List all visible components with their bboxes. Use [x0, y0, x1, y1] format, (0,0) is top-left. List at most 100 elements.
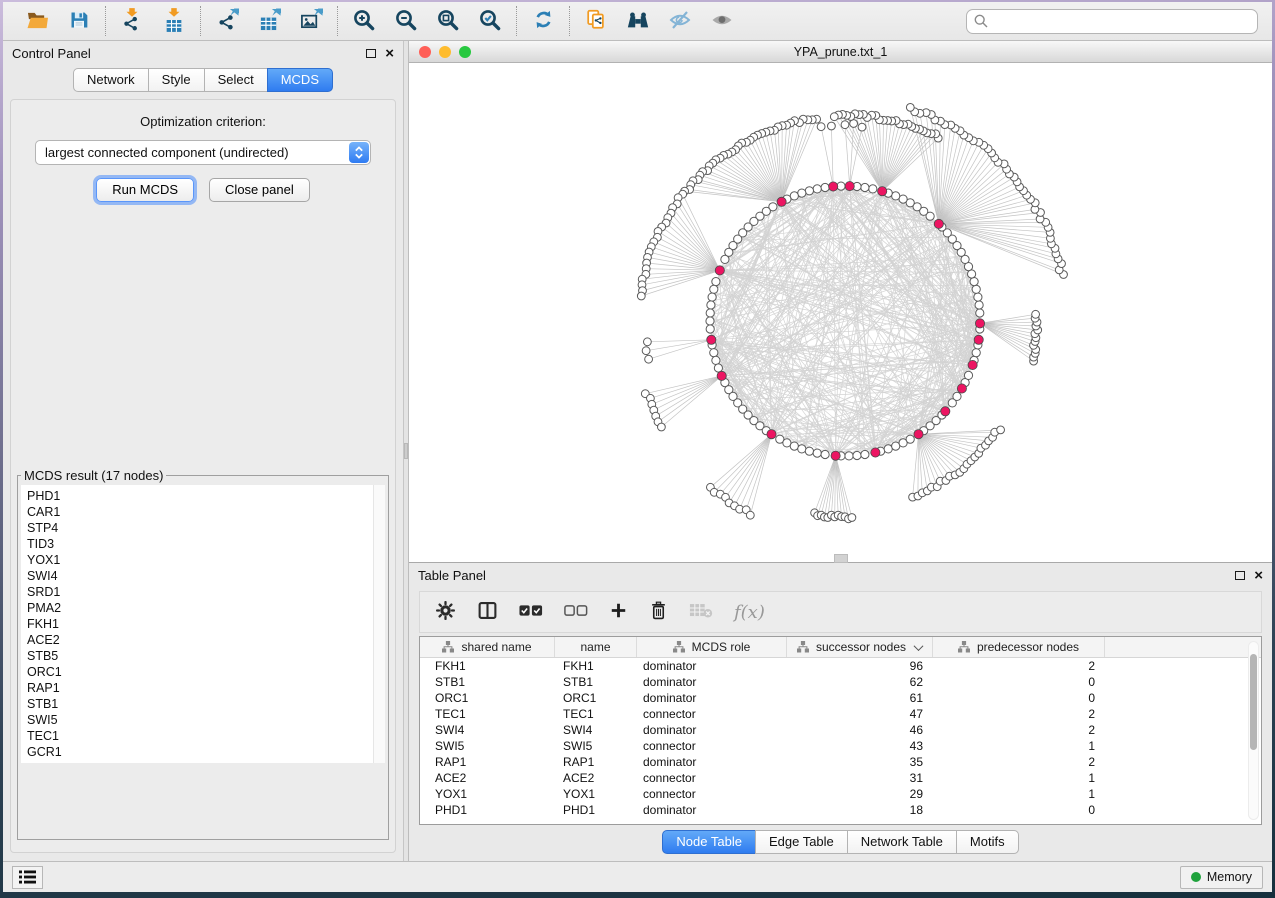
export-table-button[interactable]: [253, 6, 285, 36]
add-button[interactable]: [609, 601, 628, 623]
mcds-result-item[interactable]: CAR1: [27, 504, 379, 520]
column-header-name[interactable]: name: [555, 637, 637, 657]
table-scrollbar-thumb[interactable]: [1250, 654, 1257, 750]
mcds-result-list[interactable]: PHD1CAR1STP4TID3YOX1SWI4SRD1PMA2FKH1ACE2…: [21, 485, 385, 763]
table-row[interactable]: SWI4SWI4dominator462: [420, 722, 1261, 738]
table-row[interactable]: ACE2ACE2connector311: [420, 770, 1261, 786]
result-scrollbar[interactable]: [373, 485, 385, 763]
dominator-node[interactable]: [715, 266, 724, 275]
dominator-node[interactable]: [934, 219, 943, 228]
dominator-node[interactable]: [831, 451, 840, 460]
column-header-MCDS-role[interactable]: MCDS role: [637, 637, 787, 657]
dominator-node[interactable]: [707, 335, 716, 344]
trash-button[interactable]: [649, 600, 668, 624]
table-row[interactable]: RAP1RAP1dominator352: [420, 754, 1261, 770]
refresh-button[interactable]: [527, 6, 559, 36]
dominator-node[interactable]: [845, 182, 854, 191]
mcds-result-item[interactable]: PMA2: [27, 600, 379, 616]
mcds-result-item[interactable]: STP4: [27, 520, 379, 536]
table-row[interactable]: STB1STB1dominator620: [420, 674, 1261, 690]
checkboxes-unchecked-button[interactable]: [564, 604, 588, 620]
zoom-in-button[interactable]: [348, 6, 380, 36]
mcds-result-item[interactable]: ACE2: [27, 632, 379, 648]
mcds-result-item[interactable]: STB5: [27, 648, 379, 664]
zoom-fit-button[interactable]: [432, 6, 464, 36]
mcds-result-item[interactable]: RAP1: [27, 680, 379, 696]
column-header-shared-name[interactable]: shared name: [420, 637, 555, 657]
eye-slash-button[interactable]: [664, 6, 696, 36]
tab-network[interactable]: Network: [73, 68, 149, 92]
import-table-button[interactable]: [158, 6, 190, 36]
search-input[interactable]: [966, 9, 1258, 34]
run-mcds-button[interactable]: Run MCDS: [96, 178, 194, 202]
import-network-button[interactable]: [116, 6, 148, 36]
column-header-successor-nodes[interactable]: successor nodes: [787, 637, 933, 657]
dominator-node[interactable]: [957, 384, 966, 393]
close-table-panel-icon[interactable]: ×: [1254, 570, 1263, 582]
table-row[interactable]: YOX1YOX1connector291: [420, 786, 1261, 802]
close-panel-icon[interactable]: ×: [385, 48, 394, 60]
dominator-node[interactable]: [871, 448, 880, 457]
split-columns-button[interactable]: [477, 600, 498, 624]
table-scrollbar[interactable]: [1248, 641, 1259, 820]
table-tab-motifs[interactable]: Motifs: [956, 830, 1019, 854]
dominator-node[interactable]: [941, 407, 950, 416]
dominator-node[interactable]: [829, 182, 838, 191]
tab-style[interactable]: Style: [148, 68, 205, 92]
export-image-button[interactable]: [295, 6, 327, 36]
share-document-button[interactable]: [580, 6, 612, 36]
dominator-node[interactable]: [968, 360, 977, 369]
network-graph[interactable]: [409, 63, 1272, 562]
horizontal-splitter-handle[interactable]: [834, 554, 848, 563]
maximize-window-traffic-light[interactable]: [459, 46, 471, 58]
mcds-result-item[interactable]: TID3: [27, 536, 379, 552]
table-tab-edge-table[interactable]: Edge Table: [755, 830, 848, 854]
mcds-result-item[interactable]: YOX1: [27, 552, 379, 568]
dominator-node[interactable]: [717, 371, 726, 380]
tab-mcds[interactable]: MCDS: [267, 68, 333, 92]
mcds-result-item[interactable]: GCR1: [27, 744, 379, 760]
table-row[interactable]: ORC1ORC1dominator610: [420, 690, 1261, 706]
column-header-predecessor-nodes[interactable]: predecessor nodes: [933, 637, 1105, 657]
close-panel-button[interactable]: Close panel: [209, 178, 310, 202]
dominator-node[interactable]: [914, 430, 923, 439]
table-row[interactable]: SWI5SWI5connector431: [420, 738, 1261, 754]
mcds-result-item[interactable]: PHD1: [27, 488, 379, 504]
zoom-out-button[interactable]: [390, 6, 422, 36]
network-window-titlebar[interactable]: YPA_prune.txt_1: [409, 41, 1272, 63]
dominator-node[interactable]: [975, 319, 984, 328]
eye-button[interactable]: [706, 6, 738, 36]
binoculars-button[interactable]: [622, 6, 654, 36]
mcds-result-item[interactable]: STB1: [27, 696, 379, 712]
mcds-result-item[interactable]: SWI4: [27, 568, 379, 584]
optimization-dropdown[interactable]: largest connected component (undirected): [35, 140, 371, 165]
float-table-panel-icon[interactable]: [1235, 571, 1245, 580]
zoom-selected-button[interactable]: [474, 6, 506, 36]
open-folder-button[interactable]: [21, 6, 53, 36]
tab-select[interactable]: Select: [204, 68, 268, 92]
table-tab-node-table[interactable]: Node Table: [662, 830, 756, 854]
memory-button[interactable]: Memory: [1180, 866, 1263, 889]
mcds-result-item[interactable]: ORC1: [27, 664, 379, 680]
table-row[interactable]: TEC1TEC1connector472: [420, 706, 1261, 722]
gear-button[interactable]: [435, 600, 456, 624]
dominator-node[interactable]: [767, 430, 776, 439]
mcds-result-item[interactable]: TEC1: [27, 728, 379, 744]
checkboxes-checked-button[interactable]: [519, 604, 543, 620]
table-row[interactable]: FKH1FKH1dominator962: [420, 658, 1261, 674]
float-panel-icon[interactable]: [366, 49, 376, 58]
save-button[interactable]: [63, 6, 95, 36]
close-window-traffic-light[interactable]: [419, 46, 431, 58]
vertical-splitter-handle[interactable]: [404, 443, 408, 459]
mcds-result-item[interactable]: SRD1: [27, 584, 379, 600]
table-row[interactable]: PHD1PHD1dominator180: [420, 802, 1261, 818]
export-network-button[interactable]: [211, 6, 243, 36]
network-canvas[interactable]: [409, 63, 1272, 562]
dominator-node[interactable]: [974, 335, 983, 344]
minimize-window-traffic-light[interactable]: [439, 46, 451, 58]
mcds-result-item[interactable]: FKH1: [27, 616, 379, 632]
table-tab-network-table[interactable]: Network Table: [847, 830, 957, 854]
dominator-node[interactable]: [878, 187, 887, 196]
mcds-result-item[interactable]: SWI5: [27, 712, 379, 728]
dominator-node[interactable]: [777, 197, 786, 206]
